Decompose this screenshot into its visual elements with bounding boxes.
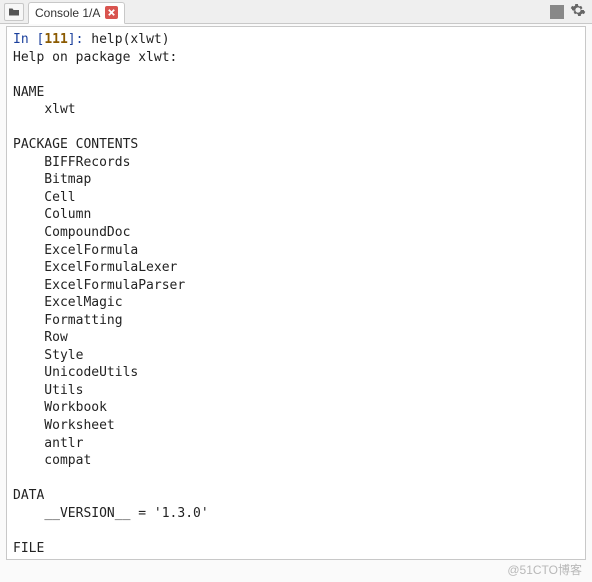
file-value: c:\programdata\anaconda3\lib\site-packag…: [44, 558, 506, 560]
name-value: xlwt: [44, 102, 75, 117]
name-label: NAME: [13, 85, 44, 100]
file-label: FILE: [13, 541, 44, 556]
tab-label: Console 1/A: [35, 6, 100, 20]
gear-icon: [570, 2, 586, 18]
browse-folder-button[interactable]: [4, 3, 24, 21]
close-icon: [107, 8, 116, 17]
tab-close-button[interactable]: [105, 6, 118, 19]
data-label: DATA: [13, 488, 44, 503]
data-value: __VERSION__ = '1.3.0': [44, 506, 208, 521]
console-output[interactable]: In [111]: help(xlwt) Help on package xlw…: [6, 26, 586, 560]
tab-console-1a[interactable]: Console 1/A: [28, 2, 125, 24]
settings-button[interactable]: [570, 2, 586, 22]
contents-label: PACKAGE CONTENTS: [13, 137, 138, 152]
prompt-suffix: ]:: [68, 32, 91, 47]
prompt-number: 111: [44, 32, 67, 47]
command-text: help(xlwt): [91, 32, 169, 47]
prompt-prefix: In [: [13, 32, 44, 47]
stop-icon[interactable]: [550, 5, 564, 19]
folder-icon: [8, 7, 20, 17]
contents-list: BIFFRecords Bitmap Cell Column CompoundD…: [13, 155, 185, 468]
watermark: @51CTO博客: [507, 561, 582, 578]
tab-bar: Console 1/A: [0, 0, 592, 24]
help-header: Help on package xlwt:: [13, 50, 177, 65]
toolbar-right: [550, 2, 592, 22]
